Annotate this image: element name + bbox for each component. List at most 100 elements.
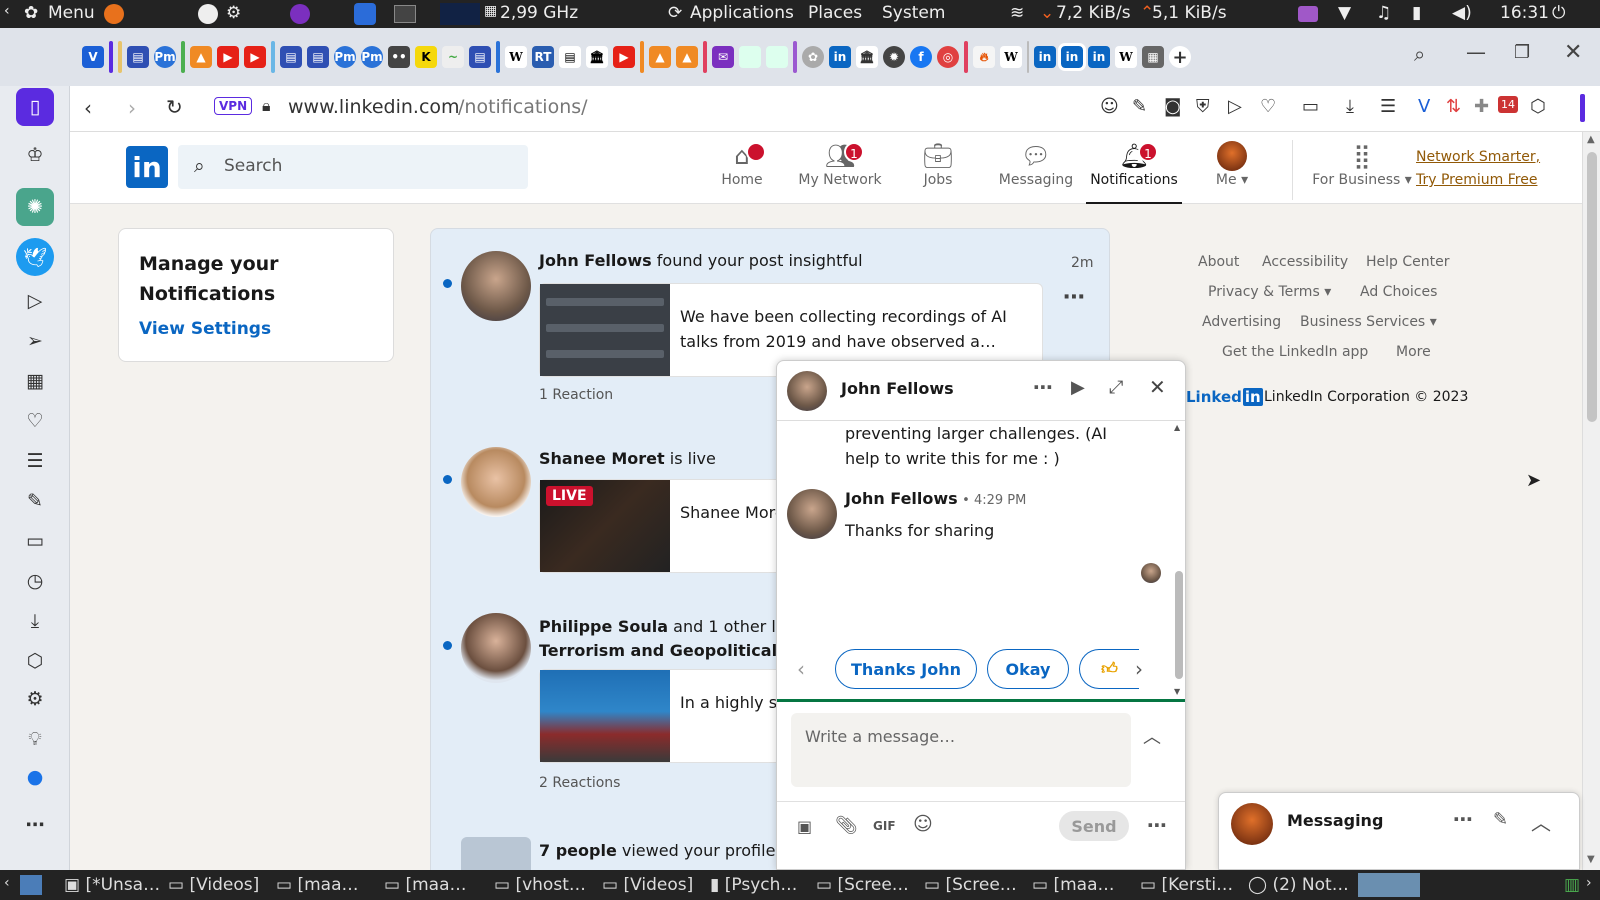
taskbar-item[interactable]: ▭ [Kersti… [1140,875,1233,895]
messaging-more-icon[interactable]: ⋯ [1453,807,1473,831]
scroll-thumb[interactable] [1587,152,1597,422]
nav-home[interactable]: ⌂ Home [694,140,790,204]
chat-scroll-thumb[interactable] [1175,571,1183,679]
tab-mail-icon[interactable]: ✉ [712,46,734,68]
tab-pm-icon[interactable]: Pm [154,46,176,68]
chat-scroll-up-icon[interactable]: ▲ [1174,423,1180,432]
volume-icon[interactable]: ◀) [1452,3,1472,23]
nav-messaging[interactable]: 💬︎ Messaging [988,140,1084,204]
show-desktop-icon[interactable] [20,875,42,895]
footer-get-app[interactable]: Get the LinkedIn app [1222,344,1368,360]
notification-bell-icon[interactable]: ♫ [1376,3,1391,23]
taskbar-item[interactable]: ▣ [*Unsa… [64,875,160,895]
messenger-icon[interactable]: ● [20,762,50,792]
easy-setup-icon[interactable]: ☰ [1380,96,1396,117]
taskbar-item[interactable]: ▭ [maa… [276,875,359,895]
chat-contact-avatar[interactable] [787,371,827,411]
chevron-right-icon[interactable]: › [1135,657,1143,681]
url-domain[interactable]: www.linkedin.com [288,96,460,118]
search-box[interactable]: ⌕ Search [178,145,528,189]
shield-icon[interactable]: ⛨ [1196,96,1210,117]
reactions-count[interactable]: 2 Reactions [539,775,620,791]
tab-linkedin-icon[interactable]: in [1034,46,1056,68]
tab-linkedin-icon[interactable]: in [1088,46,1110,68]
send-icon[interactable]: ➢ [20,326,50,356]
taskbar-right-arrow-icon[interactable]: › [1586,875,1592,891]
places-menu[interactable]: Places [808,3,862,23]
ext-arrows-icon[interactable]: ⇅ [1446,96,1461,117]
emoji-picker-icon[interactable]: ☺ [913,813,933,835]
history-icon[interactable]: ◷ [20,566,50,596]
opera-app-icon[interactable] [354,3,376,25]
ext-puzzle-icon[interactable]: ✚ [1474,96,1489,117]
tabs-icon[interactable]: ▭ [20,526,50,556]
sender-name[interactable]: John Fellows [845,489,958,508]
tab-bank-icon[interactable]: ▤ [127,46,149,68]
applications-menu[interactable]: Applications [690,3,794,23]
more-sidebar-icon[interactable]: ⋯ [20,810,50,840]
sender-avatar[interactable] [787,489,837,539]
taskbar-item[interactable]: ▭ [Scree… [816,875,909,895]
send-button[interactable]: Send [1059,811,1129,841]
taskbar-item[interactable]: ▭ [maa… [384,875,467,895]
taskbar-item[interactable]: ▭ [Videos] [602,875,693,895]
messaging-bar[interactable]: Messaging ⋯ ✎ ︿ [1218,792,1580,870]
tab-museum-icon[interactable]: 🏛︎ [856,46,878,68]
tab-v-icon[interactable]: V [82,46,104,68]
nav-jobs[interactable]: 💼︎ Jobs [890,140,986,204]
tab-bank-icon[interactable]: ▤ [469,46,491,68]
compose-more-icon[interactable]: ⋯ [1147,813,1167,837]
tab-fire-icon[interactable]: 🔥︎ [973,46,995,68]
pinboard-icon[interactable]: ✎ [20,486,50,516]
footer-more[interactable]: More [1396,344,1431,360]
chevron-left-icon[interactable]: ‹ [797,657,805,681]
downloads-icon[interactable]: ⤓ [20,606,50,636]
tab-facebook-icon[interactable]: f [910,46,932,68]
chat-scroll-down-icon[interactable]: ▼ [1174,687,1180,696]
tab-doc-icon[interactable]: ▤ [559,46,581,68]
footer-accessibility[interactable]: Accessibility [1262,254,1348,270]
philippe-soula-avatar[interactable] [461,613,531,683]
taskbar-item[interactable]: ▭ [Videos] [168,875,259,895]
ext-v-icon[interactable]: V [1418,96,1430,117]
shanee-moret-avatar[interactable] [461,447,531,517]
tab-linkedin-active-icon[interactable]: in [1058,43,1086,71]
tab-wikipedia-icon[interactable]: W [1115,46,1137,68]
tab-flickr-icon[interactable]: •• [388,46,410,68]
firefox-icon[interactable] [104,4,124,24]
taskbar-item[interactable]: ▭ [vhost… [494,875,586,895]
taskbar-left-arrow-icon[interactable]: ‹ [4,875,10,891]
system-menu[interactable]: System [882,3,945,23]
footer-business-services[interactable]: Business Services ▾ [1300,314,1437,330]
nav-my-network[interactable]: 👥︎ 1 My Network [792,140,888,204]
attach-icon[interactable]: 📎︎ [835,815,858,836]
settings-app-icon[interactable]: ⚙ [226,3,241,23]
tor-icon[interactable] [290,4,310,24]
video-call-icon[interactable]: ▶︎ [1071,377,1085,398]
linkedin-logo[interactable]: in [126,146,168,188]
wifi-icon[interactable]: ▼ [1338,3,1351,23]
tab-metamask-icon[interactable]: ▲ [190,46,212,68]
chat-header[interactable]: John Fellows ⋯ ▶︎ ⤢ ✕ [777,361,1185,421]
expand-input-icon[interactable]: ︿ [1143,723,1161,749]
app-a-icon[interactable] [198,4,218,24]
footer-privacy-terms[interactable]: Privacy & Terms ▾ [1208,284,1331,300]
tab-grid-icon[interactable]: ▦ [1142,46,1164,68]
tips-icon[interactable]: 💡︎ [20,724,50,754]
tab-search-icon[interactable]: ⌕ [1414,42,1425,66]
footer-help-center[interactable]: Help Center [1366,254,1450,270]
tab-target-icon[interactable]: ◎ [937,46,959,68]
compose-icon[interactable]: ✎ [1493,809,1508,830]
panel-left-arrow-icon[interactable]: ‹ [4,3,10,19]
page-scrollbar[interactable]: ▲ ▼ [1582,132,1600,870]
edit-icon[interactable]: ✎ [1132,96,1147,117]
quick-reply-thanks[interactable]: Thanks John [835,649,977,689]
taskbar-item[interactable]: ▮ [Psych… [710,875,797,895]
clock[interactable]: 16:31 [1500,3,1549,23]
expand-icon[interactable]: ⤢ [1109,377,1123,398]
reactions-count[interactable]: 1 Reaction [539,387,613,403]
vpn-badge[interactable]: VPN [214,97,253,115]
chatgpt-icon[interactable]: ✺ [16,188,54,226]
audio-visualizer-icon[interactable] [1298,6,1318,22]
notification-text[interactable]: 7 people viewed your profile. [539,841,781,860]
